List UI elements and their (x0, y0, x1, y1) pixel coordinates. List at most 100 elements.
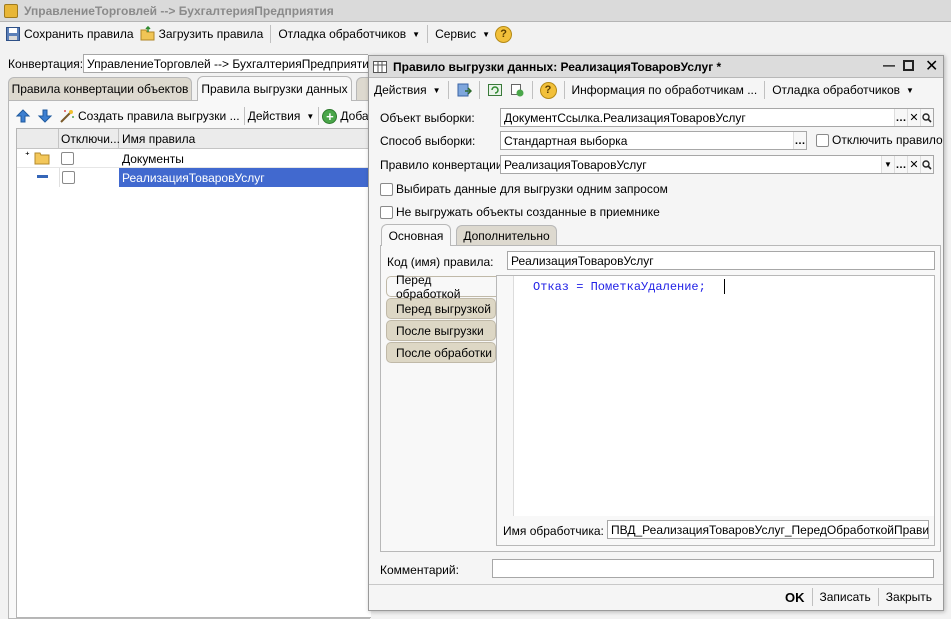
dialog-titlebar: Правило выгрузки данных: РеализацияТовар… (369, 56, 943, 78)
tab-label: Правила выгрузки данных (201, 82, 348, 96)
handler-name-field[interactable]: ПВД_РеализацияТоваровУслуг_ПередОбработк… (607, 520, 929, 539)
comment-label: Комментарий: (380, 563, 459, 577)
handler-tab-before-processing[interactable]: Перед обработкой (386, 273, 496, 301)
selected-name-cell: РеализацияТоваровУслуг (119, 168, 372, 187)
service-label: Сервис (435, 27, 477, 41)
load-rules-button[interactable]: Загрузить правила (137, 23, 267, 45)
table-header: Отключи... Имя правила (17, 129, 372, 149)
table-icon (373, 60, 387, 73)
clear-icon[interactable]: ✕ (907, 156, 920, 173)
help-icon[interactable]: ? (495, 25, 513, 43)
arrow-up-icon[interactable] (15, 108, 31, 124)
create-export-rules-label: Создать правила выгрузки ... (78, 109, 240, 123)
close-button[interactable]: Закрыть (883, 586, 935, 608)
save-rules-button[interactable]: Сохранить правила (2, 23, 137, 45)
handler-panel: Отказ = ПометкаУдаление; Имя обработчика… (496, 275, 935, 546)
single-query-checkbox[interactable]: Выбирать данные для выгрузки одним запро… (380, 182, 668, 196)
table-row[interactable]: ⁺ Документы (17, 149, 372, 168)
tab-data-export-rules[interactable]: Правила выгрузки данных (197, 76, 352, 101)
rule-dialog: Правило выгрузки данных: РеализацияТовар… (368, 55, 944, 611)
conversion-value: УправлениеТорговлей --> БухгалтерияПредп… (87, 56, 368, 71)
main-toolbar: Сохранить правила Загрузить правила Отла… (2, 22, 951, 46)
service-menu[interactable]: Сервис ▼ (432, 23, 493, 45)
dialog-toolbar: Действия ▼ ? Информация по обработчикам … (371, 79, 943, 101)
search-icon[interactable] (920, 109, 933, 126)
dialog-title: Правило выгрузки данных: РеализацияТовар… (393, 59, 722, 74)
caret-down-icon: ▼ (482, 29, 491, 39)
search-icon[interactable] (920, 156, 933, 173)
disabled-cell (59, 168, 119, 187)
close-icon[interactable]: ✕ (925, 56, 938, 76)
conv-rule-field[interactable]: РеализацияТоваровУслуг ▼ … ✕ (500, 155, 934, 174)
conv-rule-label: Правило конвертации: (380, 158, 506, 172)
header-marker-cell (17, 129, 59, 148)
save-close-icon[interactable] (456, 82, 472, 98)
add-icon: + (322, 108, 338, 124)
toolbar-separator (764, 81, 766, 99)
method-field[interactable]: Стандартная выборка … (500, 131, 807, 150)
comment-field[interactable] (492, 559, 934, 578)
caret-down-icon: ▼ (432, 85, 441, 95)
disable-checkbox[interactable] (62, 171, 75, 184)
code-field[interactable]: РеализацияТоваровУслуг (507, 251, 935, 270)
ellipsis-button[interactable]: … (793, 132, 806, 149)
tab-object-conversion-rules[interactable]: Правила конвертации объектов (8, 77, 192, 100)
footer-separator (877, 588, 879, 606)
code-editor[interactable]: Отказ = ПометкаУдаление; (513, 276, 934, 516)
copy-icon[interactable] (509, 82, 525, 98)
column-header-disabled[interactable]: Отключи... (59, 129, 120, 148)
left-panel: Создать правила выгрузки ... Действия ▼ … (8, 100, 375, 619)
dialog-footer: OK Записать Закрыть (782, 587, 935, 607)
table-row-selected[interactable]: РеализацияТоваровУслуг (17, 168, 372, 187)
tab-main[interactable]: Основная (381, 224, 451, 246)
handler-tab-before-export[interactable]: Перед выгрузкой (386, 298, 496, 319)
checkbox[interactable] (380, 205, 393, 219)
folder-open-icon (140, 25, 156, 42)
checkbox[interactable] (816, 133, 829, 147)
handler-tab-after-processing[interactable]: После обработки (386, 342, 496, 363)
dialog-debug-handlers-menu[interactable]: Отладка обработчиков ▼ (769, 79, 917, 101)
create-export-rules-button[interactable]: Создать правила выгрузки ... (59, 105, 240, 127)
footer-separator (811, 588, 813, 606)
ellipsis-button[interactable]: … (894, 109, 907, 126)
list-actions-menu[interactable]: Действия ▼ (248, 105, 315, 127)
minimize-icon[interactable]: — (883, 58, 895, 72)
refresh-icon[interactable] (487, 82, 503, 98)
save-button[interactable]: Записать (817, 586, 874, 608)
checkbox[interactable] (380, 182, 393, 196)
caret-down-icon: ▼ (412, 29, 421, 39)
load-rules-label: Загрузить правила (158, 27, 264, 41)
ok-button[interactable]: OK (782, 586, 808, 608)
row-name: Документы (122, 152, 184, 166)
expand-icon[interactable]: ⁺ (25, 150, 30, 161)
column-header-rule-name[interactable]: Имя правила (119, 129, 372, 148)
help-icon[interactable]: ? (539, 81, 557, 99)
rules-table: Отключи... Имя правила ⁺ Документы Реали… (16, 128, 372, 618)
handlers-info-button[interactable]: Информация по обработчикам ... (569, 79, 761, 101)
toolbar-separator (270, 25, 272, 43)
disable-checkbox[interactable] (61, 152, 74, 165)
disable-rule-checkbox[interactable]: Отключить правило (816, 133, 943, 147)
caret-down-icon: ▼ (906, 85, 914, 95)
arrow-down-icon[interactable] (37, 108, 53, 124)
debug-handlers-menu[interactable]: Отладка обработчиков ▼ (275, 23, 423, 45)
footer-divider (369, 584, 943, 585)
conversion-field[interactable]: УправлениеТорговлей --> БухгалтерияПредп… (83, 54, 368, 73)
handler-tab-after-export[interactable]: После выгрузки (386, 320, 496, 341)
clear-icon[interactable]: ✕ (907, 109, 920, 126)
app-icon (4, 3, 18, 18)
dialog-actions-menu[interactable]: Действия ▼ (371, 79, 444, 101)
magic-wand-icon (59, 108, 75, 124)
code-line: Отказ = ПометкаУдаление; (533, 280, 706, 294)
ellipsis-button[interactable]: … (894, 156, 907, 173)
rule-marker-icon (37, 175, 48, 178)
object-field[interactable]: ДокументСсылка.РеализацияТоваровУслуг … … (500, 108, 934, 127)
no-export-created-checkbox[interactable]: Не выгружать объекты созданные в приемни… (380, 205, 660, 219)
maximize-icon[interactable] (903, 60, 914, 71)
toolbar-separator (427, 25, 429, 43)
tab-additional[interactable]: Дополнительно (456, 225, 557, 246)
list-actions-label: Действия (247, 109, 301, 123)
toolbar-separator (478, 81, 480, 99)
list-toolbar: Создать правила выгрузки ... Действия ▼ … (15, 105, 375, 127)
dropdown-icon[interactable]: ▼ (881, 156, 894, 173)
